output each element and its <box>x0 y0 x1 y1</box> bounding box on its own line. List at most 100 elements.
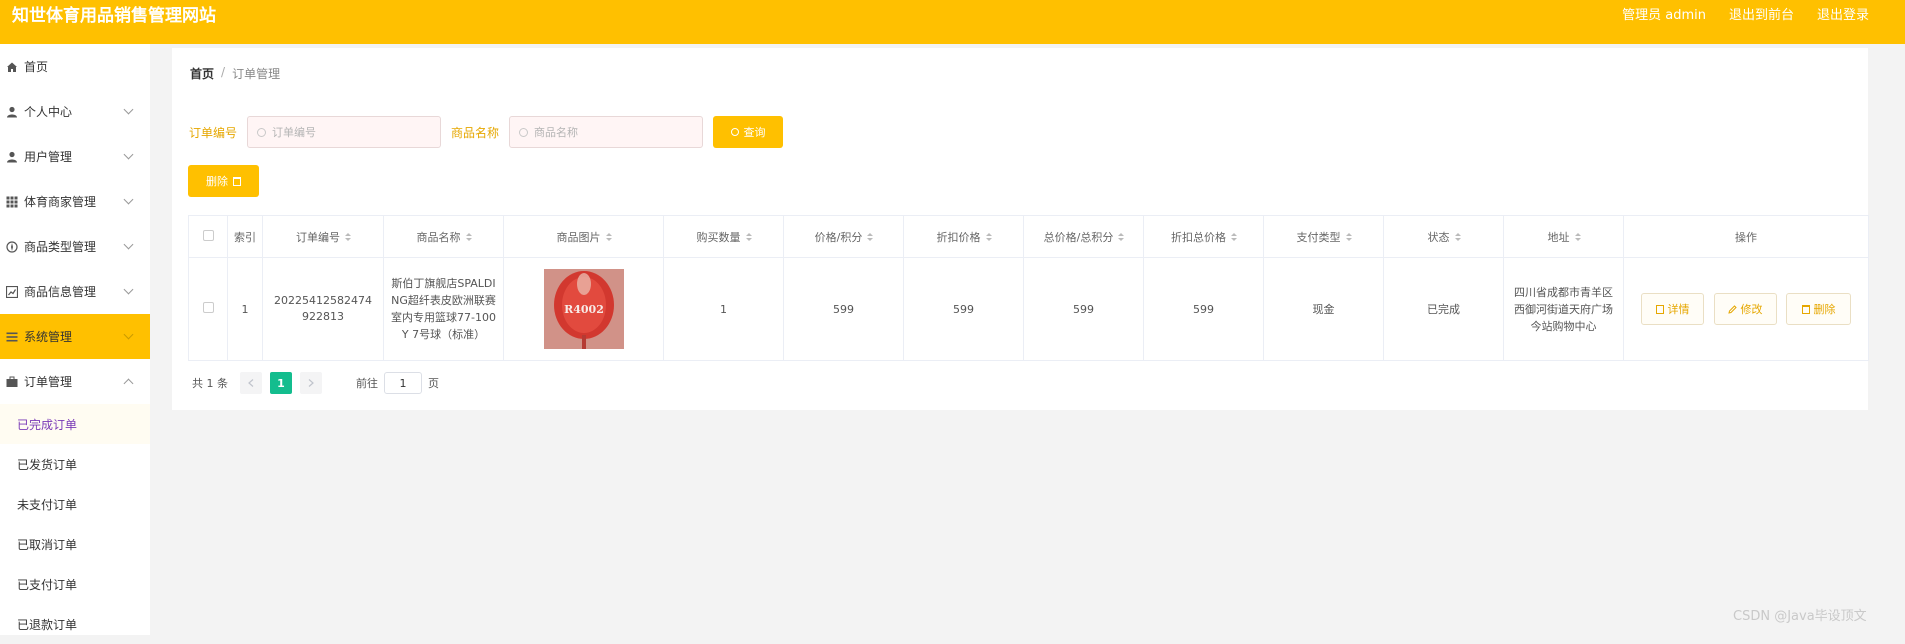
sidebar-subitem-cancelled-orders[interactable]: 已取消订单 <box>0 524 150 564</box>
cell-discount-price: 599 <box>903 257 1024 361</box>
col-quantity[interactable]: 购买数量 <box>663 215 784 258</box>
sort-icon[interactable] <box>985 233 992 242</box>
goto-suffix: 页 <box>428 377 439 390</box>
next-page-button[interactable] <box>300 372 322 394</box>
sidebar-item-label: 用户管理 <box>24 150 73 164</box>
row-checkbox[interactable] <box>202 302 214 313</box>
delete-button-label: 删除 <box>206 175 228 188</box>
site-title: 知世体育用品销售管理网站 <box>12 6 216 26</box>
document-icon <box>1655 304 1664 314</box>
sidebar-subitem-refunded-orders[interactable]: 已退款订单 <box>0 604 150 644</box>
sort-icon[interactable] <box>605 233 612 242</box>
chevron-down-icon <box>123 104 134 115</box>
chevron-up-icon <box>123 378 134 389</box>
sort-icon[interactable] <box>465 233 472 242</box>
chart-icon <box>6 285 18 298</box>
sidebar-item-product-info-management[interactable]: 商品信息管理 <box>0 269 150 314</box>
table-row: 1 20225412582474922813 斯伯丁旗舰店SPALDING超纤表… <box>188 257 1869 361</box>
delete-button[interactable]: 删除 <box>188 165 259 197</box>
sort-icon[interactable] <box>1345 233 1352 242</box>
select-all-checkbox[interactable] <box>202 229 214 241</box>
col-order-no[interactable]: 订单编号 <box>262 215 384 258</box>
col-address[interactable]: 地址 <box>1503 215 1624 258</box>
cell-status: 已完成 <box>1383 257 1504 361</box>
logout-link[interactable]: 退出登录 <box>1817 4 1869 23</box>
sidebar-item-label: 体育商家管理 <box>24 195 97 209</box>
sort-icon[interactable] <box>1231 233 1237 242</box>
compass-icon <box>6 240 18 253</box>
col-discount-total[interactable]: 折扣总价格 <box>1143 215 1264 258</box>
sidebar-item-system-management[interactable]: 系统管理 <box>0 314 150 359</box>
product-name-input[interactable]: 商品名称 <box>509 116 704 148</box>
cell-price: 599 <box>783 257 904 361</box>
cell-discount-total: 599 <box>1143 257 1264 361</box>
list-icon <box>6 332 18 341</box>
search-bar: 订单编号 订单编号 商品名称 商品名称 查询 <box>189 116 784 148</box>
col-pay-type[interactable]: 支付类型 <box>1263 215 1384 258</box>
detail-button[interactable]: 详情 <box>1641 293 1704 325</box>
col-actions: 操作 <box>1623 215 1869 258</box>
product-image[interactable]: R4002 <box>543 269 624 349</box>
sidebar-item-order-management[interactable]: 订单管理 <box>0 359 150 404</box>
cell-product-name: 斯伯丁旗舰店SPALDING超纤表皮欧洲联赛室内专用篮球77-100Y 7号球（… <box>383 257 504 361</box>
goto-page-input[interactable]: 1 <box>384 372 422 394</box>
sidebar-item-product-type-management[interactable]: 商品类型管理 <box>0 224 150 269</box>
product-name-placeholder: 商品名称 <box>534 126 579 139</box>
page-button-current[interactable]: 1 <box>270 372 292 394</box>
orders-table: 索引 订单编号 商品名称 商品图片 购买数量 价格/积分 折扣价格 总价格/总积… <box>188 215 1869 361</box>
admin-label[interactable]: 管理员 admin <box>1622 4 1706 23</box>
edit-button[interactable]: 修改 <box>1713 293 1777 325</box>
sort-icon[interactable] <box>345 233 351 242</box>
sidebar-item-label: 首页 <box>24 60 49 74</box>
sidebar-subitem-unpaid-orders[interactable]: 未支付订单 <box>0 484 150 524</box>
product-name-label: 商品名称 <box>451 125 500 140</box>
query-button[interactable]: 查询 <box>713 116 784 148</box>
sort-icon[interactable] <box>867 233 874 242</box>
back-to-frontend-link[interactable]: 退出到前台 <box>1729 4 1794 23</box>
col-price[interactable]: 价格/积分 <box>783 215 904 258</box>
sidebar: 首页 个人中心 用户管理 体育商家管理 商品类型管理 商品信息管理 系统管理 订… <box>0 44 150 635</box>
col-product-image[interactable]: 商品图片 <box>503 215 664 258</box>
sort-icon[interactable] <box>1574 233 1581 242</box>
col-total-price[interactable]: 总价格/总积分 <box>1023 215 1144 258</box>
col-discount-price[interactable]: 折扣价格 <box>903 215 1024 258</box>
sort-icon[interactable] <box>745 233 752 242</box>
sidebar-item-label: 订单管理 <box>24 375 73 389</box>
chevron-down-icon <box>123 284 134 295</box>
sidebar-subitem-completed-orders[interactable]: 已完成订单 <box>0 404 150 444</box>
sidebar-subitem-paid-orders[interactable]: 已支付订单 <box>0 564 150 604</box>
breadcrumb-separator: / <box>221 65 226 79</box>
sidebar-item-label: 系统管理 <box>24 330 73 344</box>
col-status[interactable]: 状态 <box>1383 215 1504 258</box>
chevron-right-icon <box>308 379 314 387</box>
cell-pay-type: 现金 <box>1263 257 1384 361</box>
home-icon <box>7 62 17 72</box>
sort-icon[interactable] <box>1454 233 1461 242</box>
row-delete-button[interactable]: 删除 <box>1786 293 1851 325</box>
row-select-cell <box>188 257 228 361</box>
order-no-input[interactable]: 订单编号 <box>247 116 442 148</box>
order-no-label: 订单编号 <box>189 125 238 140</box>
sidebar-item-merchant-management[interactable]: 体育商家管理 <box>0 179 150 224</box>
table-header-row: 索引 订单编号 商品名称 商品图片 购买数量 价格/积分 折扣价格 总价格/总积… <box>188 215 1869 258</box>
sidebar-item-personal-center[interactable]: 个人中心 <box>0 89 150 134</box>
chevron-down-icon <box>123 239 134 250</box>
sort-icon[interactable] <box>1118 233 1125 242</box>
col-product-name[interactable]: 商品名称 <box>383 215 504 258</box>
svg-text:R4002: R4002 <box>564 303 604 316</box>
sidebar-item-home[interactable]: 首页 <box>0 44 150 89</box>
sidebar-subitem-shipped-orders[interactable]: 已发货订单 <box>0 444 150 484</box>
search-icon <box>519 127 529 137</box>
cell-product-image: R4002 <box>503 257 664 361</box>
watermark: CSDN @Java毕设顶文 <box>1733 609 1867 624</box>
sidebar-item-user-management[interactable]: 用户管理 <box>0 134 150 179</box>
prev-page-button[interactable] <box>240 372 262 394</box>
breadcrumb-home[interactable]: 首页 <box>190 65 214 82</box>
user-icon <box>7 106 17 117</box>
goto-prefix: 前往 <box>356 377 378 390</box>
chevron-down-icon <box>123 194 134 205</box>
chevron-down-icon <box>123 149 134 160</box>
edit-icon <box>1727 304 1737 314</box>
cell-actions: 详情 修改 删除 <box>1623 257 1869 361</box>
breadcrumb-current: 订单管理 <box>232 67 281 81</box>
